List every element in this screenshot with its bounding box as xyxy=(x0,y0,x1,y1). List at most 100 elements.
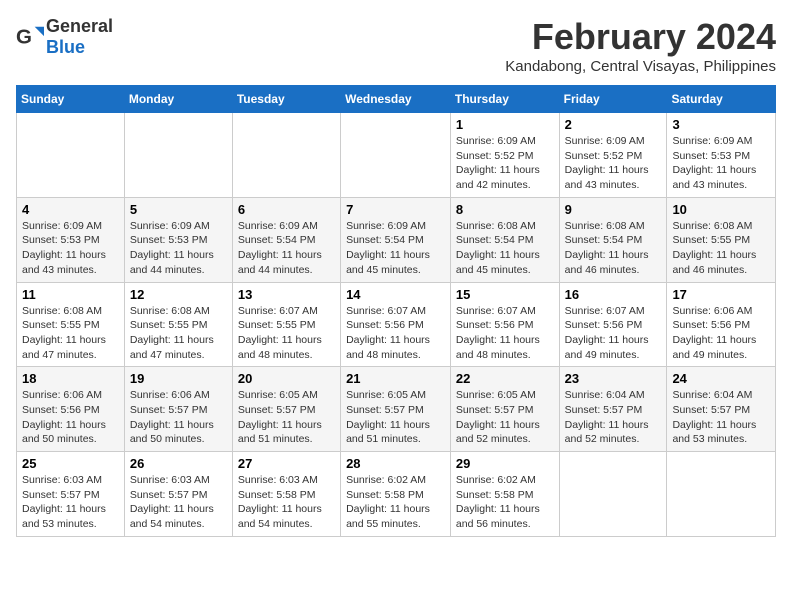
day-number: 12 xyxy=(130,287,227,302)
day-number: 25 xyxy=(22,456,119,471)
calendar-cell: 23 Sunrise: 6:04 AMSunset: 5:57 PMDayligh… xyxy=(559,367,667,452)
calendar-cell: 21 Sunrise: 6:05 AMSunset: 5:57 PMDayligh… xyxy=(341,367,451,452)
day-info: Sunrise: 6:08 AMSunset: 5:54 PMDaylight:… xyxy=(565,219,662,278)
calendar-cell: 4Sunrise: 6:09 AMSunset: 5:53 PMDaylight… xyxy=(17,197,125,282)
calendar-week-2: 4Sunrise: 6:09 AMSunset: 5:53 PMDaylight… xyxy=(17,197,776,282)
day-info: Sunrise: 6:04 AMSunset: 5:57 PMDaylight:… xyxy=(565,388,662,447)
calendar-cell: 9 Sunrise: 6:08 AMSunset: 5:54 PMDaylight… xyxy=(559,197,667,282)
day-number: 8 xyxy=(456,202,554,217)
calendar-cell: 15 Sunrise: 6:07 AMSunset: 5:56 PMDayligh… xyxy=(450,282,559,367)
day-info: Sunrise: 6:08 AMSunset: 5:55 PMDaylight:… xyxy=(130,304,227,363)
calendar-cell: 8 Sunrise: 6:08 AMSunset: 5:54 PMDaylight… xyxy=(450,197,559,282)
day-info: Sunrise: 6:06 AMSunset: 5:57 PMDaylight:… xyxy=(130,388,227,447)
day-info: Sunrise: 6:09 AMSunset: 5:54 PMDaylight:… xyxy=(238,219,335,278)
calendar-week-4: 18 Sunrise: 6:06 AMSunset: 5:56 PMDayligh… xyxy=(17,367,776,452)
day-info: Sunrise: 6:08 AMSunset: 5:55 PMDaylight:… xyxy=(672,219,770,278)
day-info: Sunrise: 6:06 AMSunset: 5:56 PMDaylight:… xyxy=(672,304,770,363)
day-number: 19 xyxy=(130,371,227,386)
calendar-cell: 19 Sunrise: 6:06 AMSunset: 5:57 PMDayligh… xyxy=(124,367,232,452)
month-year: February 2024 xyxy=(505,16,776,58)
day-info: Sunrise: 6:04 AMSunset: 5:57 PMDaylight:… xyxy=(672,388,770,447)
calendar-week-3: 11 Sunrise: 6:08 AMSunset: 5:55 PMDayligh… xyxy=(17,282,776,367)
calendar-cell: 20 Sunrise: 6:05 AMSunset: 5:57 PMDayligh… xyxy=(232,367,340,452)
calendar-cell: 28Sunrise: 6:02 AMSunset: 5:58 PMDayligh… xyxy=(341,452,451,537)
title-section: February 2024 Kandabong, Central Visayas… xyxy=(505,16,776,75)
weekday-header-monday: Monday xyxy=(124,86,232,113)
weekday-header-row: SundayMondayTuesdayWednesdayThursdayFrid… xyxy=(17,86,776,113)
day-info: Sunrise: 6:05 AMSunset: 5:57 PMDaylight:… xyxy=(238,388,335,447)
day-info: Sunrise: 6:09 AMSunset: 5:53 PMDaylight:… xyxy=(130,219,227,278)
calendar-week-5: 25 Sunrise: 6:03 AMSunset: 5:57 PMDayligh… xyxy=(17,452,776,537)
day-number: 21 xyxy=(346,371,445,386)
day-info: Sunrise: 6:05 AMSunset: 5:57 PMDaylight:… xyxy=(346,388,445,447)
location: Kandabong, Central Visayas, Philippines xyxy=(505,58,776,75)
day-info: Sunrise: 6:09 AMSunset: 5:53 PMDaylight:… xyxy=(672,134,770,193)
day-number: 29 xyxy=(456,456,554,471)
weekday-header-sunday: Sunday xyxy=(17,86,125,113)
calendar-cell: 29 Sunrise: 6:02 AMSunset: 5:58 PMDayligh… xyxy=(450,452,559,537)
day-number: 3 xyxy=(672,117,770,132)
weekday-header-friday: Friday xyxy=(559,86,667,113)
day-info: Sunrise: 6:08 AMSunset: 5:55 PMDaylight:… xyxy=(22,304,119,363)
day-number: 16 xyxy=(565,287,662,302)
day-number: 7 xyxy=(346,202,445,217)
day-number: 27 xyxy=(238,456,335,471)
calendar-cell xyxy=(341,113,451,198)
calendar-cell: 10Sunrise: 6:08 AMSunset: 5:55 PMDayligh… xyxy=(667,197,776,282)
day-info: Sunrise: 6:07 AMSunset: 5:56 PMDaylight:… xyxy=(346,304,445,363)
calendar-cell: 25 Sunrise: 6:03 AMSunset: 5:57 PMDayligh… xyxy=(17,452,125,537)
calendar-week-1: 1 Sunrise: 6:09 AMSunset: 5:52 PMDaylight… xyxy=(17,113,776,198)
calendar-cell xyxy=(559,452,667,537)
calendar-cell: 2Sunrise: 6:09 AMSunset: 5:52 PMDaylight… xyxy=(559,113,667,198)
day-info: Sunrise: 6:03 AMSunset: 5:57 PMDaylight:… xyxy=(22,473,119,532)
calendar-cell: 11 Sunrise: 6:08 AMSunset: 5:55 PMDayligh… xyxy=(17,282,125,367)
day-number: 20 xyxy=(238,371,335,386)
day-info: Sunrise: 6:09 AMSunset: 5:52 PMDaylight:… xyxy=(565,134,662,193)
day-number: 6 xyxy=(238,202,335,217)
weekday-header-wednesday: Wednesday xyxy=(341,86,451,113)
day-number: 9 xyxy=(565,202,662,217)
day-number: 26 xyxy=(130,456,227,471)
day-number: 22 xyxy=(456,371,554,386)
calendar-cell: 27 Sunrise: 6:03 AMSunset: 5:58 PMDayligh… xyxy=(232,452,340,537)
weekday-header-thursday: Thursday xyxy=(450,86,559,113)
day-number: 28 xyxy=(346,456,445,471)
day-info: Sunrise: 6:06 AMSunset: 5:56 PMDaylight:… xyxy=(22,388,119,447)
day-info: Sunrise: 6:09 AMSunset: 5:54 PMDaylight:… xyxy=(346,219,445,278)
logo-icon: G xyxy=(16,23,44,51)
day-number: 18 xyxy=(22,371,119,386)
weekday-header-tuesday: Tuesday xyxy=(232,86,340,113)
calendar-cell xyxy=(17,113,125,198)
day-info: Sunrise: 6:08 AMSunset: 5:54 PMDaylight:… xyxy=(456,219,554,278)
calendar-cell: 18 Sunrise: 6:06 AMSunset: 5:56 PMDayligh… xyxy=(17,367,125,452)
day-info: Sunrise: 6:03 AMSunset: 5:58 PMDaylight:… xyxy=(238,473,335,532)
calendar-cell: 26 Sunrise: 6:03 AMSunset: 5:57 PMDayligh… xyxy=(124,452,232,537)
svg-text:G: G xyxy=(16,26,32,49)
day-number: 14 xyxy=(346,287,445,302)
day-info: Sunrise: 6:07 AMSunset: 5:56 PMDaylight:… xyxy=(456,304,554,363)
weekday-header-saturday: Saturday xyxy=(667,86,776,113)
logo-general-text: General xyxy=(46,16,113,36)
day-info: Sunrise: 6:02 AMSunset: 5:58 PMDaylight:… xyxy=(456,473,554,532)
calendar-body: 1 Sunrise: 6:09 AMSunset: 5:52 PMDaylight… xyxy=(17,113,776,537)
day-number: 5 xyxy=(130,202,227,217)
day-number: 1 xyxy=(456,117,554,132)
day-number: 15 xyxy=(456,287,554,302)
calendar-cell xyxy=(124,113,232,198)
day-number: 23 xyxy=(565,371,662,386)
day-info: Sunrise: 6:09 AMSunset: 5:52 PMDaylight:… xyxy=(456,134,554,193)
day-info: Sunrise: 6:07 AMSunset: 5:56 PMDaylight:… xyxy=(565,304,662,363)
calendar-cell: 3 Sunrise: 6:09 AMSunset: 5:53 PMDaylight… xyxy=(667,113,776,198)
calendar-cell: 13Sunrise: 6:07 AMSunset: 5:55 PMDayligh… xyxy=(232,282,340,367)
day-info: Sunrise: 6:05 AMSunset: 5:57 PMDaylight:… xyxy=(456,388,554,447)
calendar-cell: 24 Sunrise: 6:04 AMSunset: 5:57 PMDayligh… xyxy=(667,367,776,452)
day-number: 24 xyxy=(672,371,770,386)
logo-blue-text: Blue xyxy=(46,37,85,57)
calendar-cell: 5 Sunrise: 6:09 AMSunset: 5:53 PMDaylight… xyxy=(124,197,232,282)
day-number: 13 xyxy=(238,287,335,302)
calendar-cell: 16 Sunrise: 6:07 AMSunset: 5:56 PMDayligh… xyxy=(559,282,667,367)
calendar-cell: 1 Sunrise: 6:09 AMSunset: 5:52 PMDaylight… xyxy=(450,113,559,198)
day-number: 11 xyxy=(22,287,119,302)
calendar-cell: 7 Sunrise: 6:09 AMSunset: 5:54 PMDaylight… xyxy=(341,197,451,282)
day-info: Sunrise: 6:03 AMSunset: 5:57 PMDaylight:… xyxy=(130,473,227,532)
